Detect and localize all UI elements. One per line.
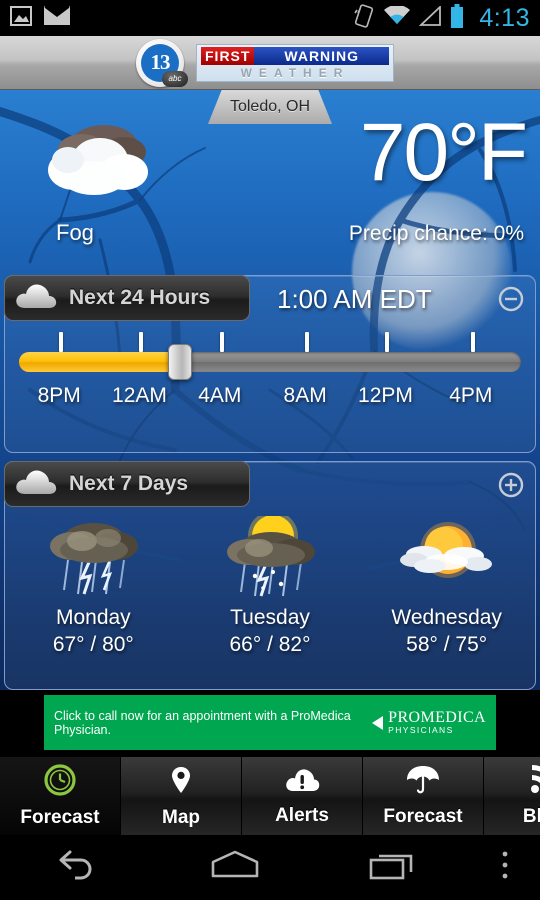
ad-banner-text: Click to call now for an appointment wit… [54,708,351,737]
back-icon [55,848,101,887]
hourly-panel-title: Next 24 Hours [69,286,211,309]
minus-circle-icon[interactable] [497,285,525,313]
bottom-tab-bar: Forecast Map Alerts Forecast Bl [0,757,540,835]
cell-signal-icon [419,4,442,31]
daily-day-temps: 58° / 75° [406,633,488,656]
daily-forecast-item[interactable]: Monday 67° / 80° [5,510,182,685]
home-icon [207,848,263,887]
slider-fill [19,352,180,372]
cloud-icon [15,282,57,315]
daily-panel-header: Next 7 Days [4,461,535,508]
ad-banner-container: Click to call now for an appointment wit… [0,690,540,755]
tab-label: Forecast [20,807,100,828]
tab-label: Forecast [383,806,463,827]
current-condition-label: Fog [56,220,94,245]
hourly-forecast-panel: Next 24 Hours 1:00 AM EDT 8PM 12AM 4AM 8… [4,275,536,453]
station-logo-bar: 13 abc FIRST WARNING WEATHER [0,36,540,90]
wifi-icon [384,4,411,31]
status-bar-left-icons [10,5,70,31]
current-temperature: 70°F [359,107,528,198]
slider-tick-label: 8PM [37,384,81,407]
brand-warning: WARNING [254,46,389,65]
nav-recents-button[interactable] [313,848,470,887]
battery-icon [450,3,464,33]
umbrella-icon [405,764,441,801]
sun-thunderstorm-icon [215,511,325,602]
brand-first: FIRST [201,46,255,65]
current-condition-icon [32,120,172,212]
clock-icon [43,763,77,802]
hourly-panel-title-tab[interactable]: Next 24 Hours [4,275,250,321]
hourly-selected-time: 1:00 AM EDT [277,284,432,314]
slider-tick-label: 8AM [283,384,327,407]
station-network: abc [162,70,188,87]
ad-brand-subtitle: PHYSICIANS [388,725,454,736]
cloud-icon [15,468,57,501]
station-13abc-logo-icon: 13 abc [134,38,190,88]
tab-forecast-daily[interactable]: Forecast [363,757,484,835]
plus-circle-icon[interactable] [497,471,525,499]
daily-panel-title: Next 7 Days [69,472,189,495]
slider-tick-label: 12AM [112,384,167,407]
image-icon [10,5,32,31]
daily-forecast-list: Monday 67° / 80° Tuesday 66° / 82° Wedne… [5,510,535,685]
location-tab[interactable]: Toledo, OH [208,90,332,124]
daily-day-temps: 67° / 80° [52,633,134,656]
hourly-time-slider[interactable]: 8PM 12AM 4AM 8AM 12PM 4PM [5,332,535,444]
current-conditions: Toledo, OH Fog 70°F Precip chance: 0% [0,90,540,268]
slider-track[interactable] [19,352,521,372]
daily-day-temps: 66° / 82° [229,633,311,656]
tab-forecast-hourly[interactable]: Forecast [0,757,121,835]
first-warning-weather-logo: FIRST WARNING WEATHER [196,43,394,82]
slider-tick-labels: 8PM 12AM 4AM 8AM 12PM 4PM [19,384,521,414]
android-navigation-bar [0,835,540,900]
tab-map[interactable]: Map [121,757,242,835]
mail-icon [44,6,70,30]
daily-day-name: Wednesday [391,606,502,629]
forecast-scene: Toledo, OH Fog 70°F Precip chance: 0% Ne… [0,90,540,755]
slider-tick-label: 4PM [449,384,493,407]
thunderstorm-icon [38,516,148,602]
alert-cloud-icon [284,765,320,800]
hourly-panel-header: Next 24 Hours 1:00 AM EDT [4,275,535,322]
nav-overflow-menu-button[interactable] [470,848,540,887]
nav-home-button[interactable] [157,848,314,887]
tab-label: Alerts [275,805,329,826]
status-bar-right-icons: 4:13 [353,3,530,33]
slider-tick-label: 4AM [198,384,242,407]
daily-forecast-panel: Next 7 Days Monday 67° / 80° Tuesday 66°… [4,461,536,690]
slider-thumb[interactable] [167,344,192,380]
tab-blog[interactable]: Blog [484,757,540,835]
screen-rotation-icon [353,3,375,33]
ad-banner[interactable]: Click to call now for an appointment wit… [44,695,496,750]
location-label: Toledo, OH [229,98,311,115]
tab-label: Blog [522,806,540,827]
overflow-menu-icon [499,848,511,887]
slider-ticks [19,332,521,352]
promedica-logo: PROMEDICA PHYSICIANS [372,708,486,736]
status-bar: 4:13 [0,0,540,36]
slider-tick-label: 12PM [358,384,413,407]
map-pin-icon [164,763,198,802]
daily-day-name: Monday [55,606,131,629]
rss-icon [528,764,540,801]
daily-forecast-item[interactable]: Tuesday 66° / 82° [182,510,359,685]
sun-clouds-icon [392,516,502,602]
recents-icon [367,848,417,887]
app-window: 4:13 13 abc FIRST WARNING WEATHER Toledo… [0,0,540,900]
daily-forecast-item[interactable]: Wednesday 58° / 75° [358,510,535,685]
brand-weather: WEATHER [240,65,350,80]
daily-day-name: Tuesday [230,606,310,629]
daily-panel-title-tab[interactable]: Next 7 Days [4,461,250,507]
promedica-triangle-icon [372,715,384,730]
nav-back-button[interactable] [0,848,157,887]
tab-alerts[interactable]: Alerts [242,757,363,835]
tab-label: Map [162,807,200,828]
current-precip-chance: Precip chance: 0% [348,222,524,245]
station-logo: 13 abc FIRST WARNING WEATHER [134,38,394,88]
ad-brand-name: PROMEDICA [388,708,486,726]
status-bar-clock: 4:13 [479,3,530,32]
